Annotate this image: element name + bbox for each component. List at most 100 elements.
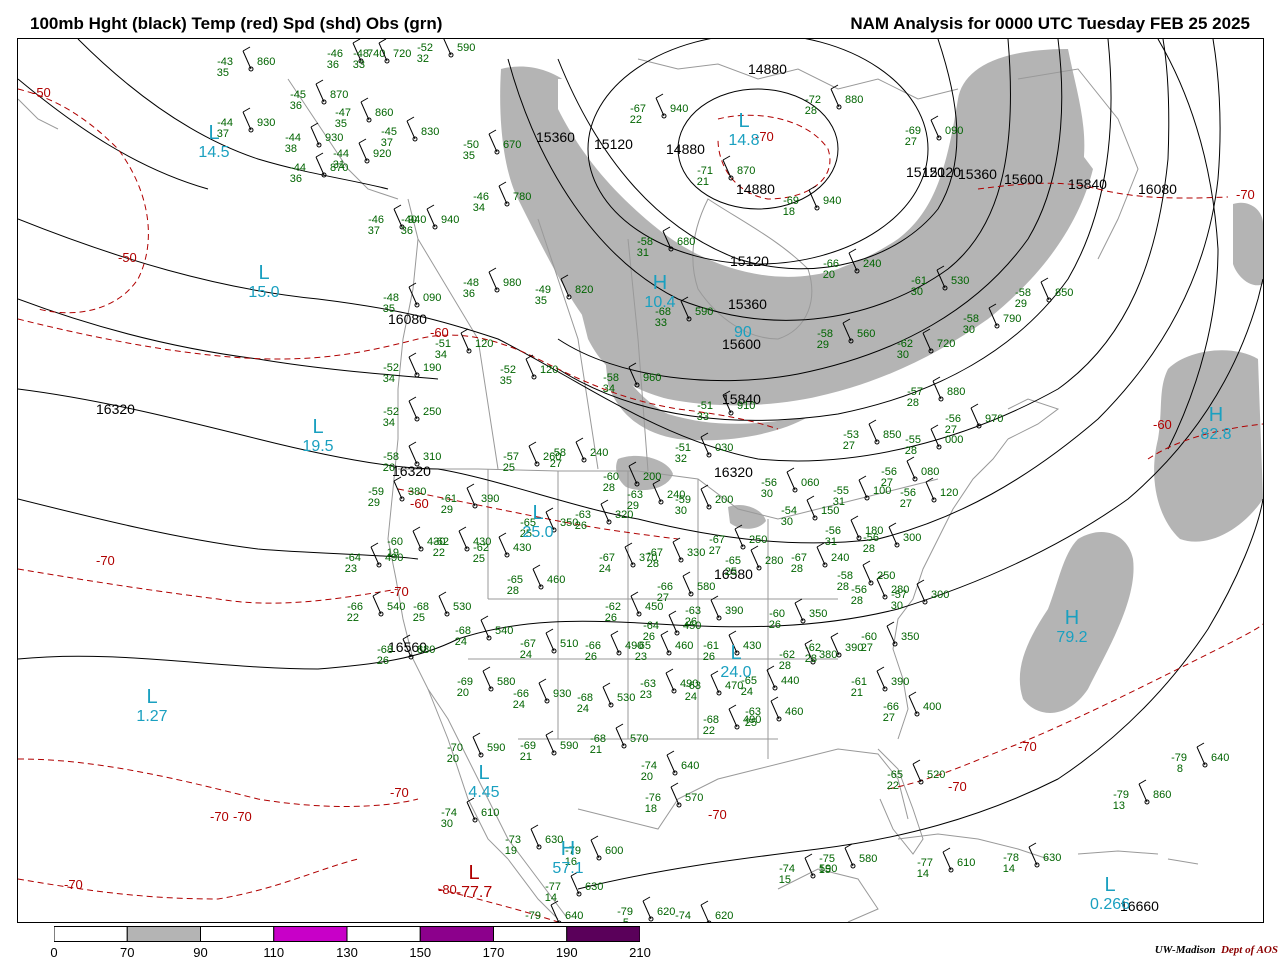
- station-obs: -6027350: [861, 621, 919, 654]
- obs-dewpoint-dep: 27: [905, 136, 917, 148]
- obs-dewpoint-dep: 23: [635, 651, 647, 663]
- station-obs: -5627120: [900, 477, 958, 510]
- station-obs: -5235120: [500, 354, 558, 387]
- wind-barb-icon: [642, 900, 652, 920]
- height-label: 15360: [536, 129, 575, 145]
- obs-height: 150: [821, 505, 839, 517]
- obs-dewpoint-dep: 33: [353, 59, 365, 71]
- height-label: 15120: [730, 253, 769, 269]
- wind-barb-flag-icon: [886, 621, 895, 627]
- weather-map: 14880 15120 14880 15360 15120 14880 15120 15360…: [17, 38, 1264, 923]
- obs-dewpoint-dep: 34: [435, 349, 447, 361]
- station-obs: -4437930: [217, 107, 275, 140]
- speed-label: 90: [734, 324, 752, 341]
- wind-barb-flag-icon: [682, 571, 691, 577]
- extremum-value: 14.5: [198, 144, 229, 161]
- obs-dewpoint-dep: 29: [368, 497, 380, 509]
- chart-title: 100mb Hght (black) Temp (red) Spd (shd) …: [30, 14, 443, 33]
- wind-barb-flag-icon: [862, 560, 871, 566]
- obs-dewpoint-dep: 28: [863, 543, 875, 555]
- station-obs: -6129390: [441, 483, 499, 516]
- obs-height: 490: [743, 714, 761, 726]
- analysis-time: NAM Analysis for 0000 UTC Tuesday FEB 25…: [850, 14, 1250, 33]
- obs-dewpoint-dep: 27: [900, 498, 912, 510]
- wind-barb-flag-icon: [930, 424, 939, 430]
- obs-dewpoint-dep: 21: [851, 687, 863, 699]
- obs-dewpoint-dep: 36: [463, 288, 475, 300]
- wind-barb-icon: [570, 875, 580, 895]
- height-label: 16080: [1138, 181, 1177, 197]
- wind-barb-flag-icon: [816, 542, 825, 548]
- station-obs: -5627080: [881, 456, 939, 489]
- obs-height: 390: [845, 642, 863, 654]
- obs-dewpoint-dep: 37: [368, 225, 380, 237]
- obs-dewpoint-dep: 28: [779, 660, 791, 672]
- extremum-low: L4.45: [468, 762, 499, 801]
- obs-dewpoint-dep: 38: [285, 143, 297, 155]
- legend-bin: [54, 926, 128, 942]
- obs-height: 310: [423, 451, 441, 463]
- temp-label: -70: [1236, 187, 1255, 202]
- temp-label: -50: [32, 85, 51, 100]
- wind-barb-icon: [786, 471, 796, 491]
- wind-barb-icon: [610, 634, 620, 654]
- wind-barb-icon: [406, 120, 416, 140]
- wind-barb-flag-icon: [498, 181, 507, 187]
- temp-label: -70: [708, 807, 727, 822]
- obs-dewpoint-dep: 26: [769, 619, 781, 631]
- wind-barb-flag-icon: [868, 419, 877, 425]
- obs-dewpoint-dep: 20: [457, 687, 469, 699]
- station-obs: -795620: [617, 896, 675, 922]
- station-obs: -6026350: [769, 598, 827, 631]
- wind-barb-icon: [858, 479, 868, 499]
- obs-height: 600: [605, 845, 623, 857]
- wind-barb-flag-icon: [242, 46, 251, 52]
- obs-dewpoint-dep: 25: [725, 566, 737, 578]
- temp-label: -70: [64, 877, 83, 892]
- obs-dewpoint-dep: 22: [887, 780, 899, 792]
- wind-barb-flag-icon: [408, 441, 417, 447]
- obs-dewpoint-dep: 24: [513, 699, 525, 711]
- obs-dewpoint-dep: 8: [1177, 763, 1183, 775]
- obs-height: 390: [725, 605, 743, 617]
- temp-label: -70: [390, 584, 409, 599]
- obs-dewpoint-dep: 6: [531, 921, 537, 922]
- credit-left: UW-Madison: [1154, 944, 1216, 956]
- wind-barb-flag-icon: [488, 129, 497, 135]
- jet-lake-erie: [728, 504, 766, 529]
- yucatan: [777, 868, 879, 922]
- wind-barb-icon: [545, 734, 555, 754]
- obs-dewpoint-dep: 22: [347, 612, 359, 624]
- wind-barb-icon: [408, 445, 418, 465]
- wind-barb-icon: [906, 460, 916, 480]
- station-obs: -6821570: [590, 723, 648, 756]
- wind-barb-flag-icon: [408, 282, 417, 288]
- temp-label: -70: [96, 553, 115, 568]
- wind-barb-icon: [700, 488, 710, 508]
- wind-barb-icon: [862, 564, 872, 584]
- obs-dewpoint-dep: 27: [843, 440, 855, 452]
- temp-label: -70: [390, 785, 409, 800]
- obs-dewpoint-dep: 20: [823, 269, 835, 281]
- station-obs: -7319630: [505, 824, 563, 857]
- temp-label: -70: [233, 809, 252, 824]
- map-canvas: 1488015120 148801536015120148801512015360…: [18, 39, 1263, 922]
- station-obs: -6528460: [507, 564, 565, 597]
- obs-height: 250: [877, 570, 895, 582]
- extremum-value: 79.2: [1056, 629, 1087, 646]
- extremum-letter: H: [1209, 404, 1223, 426]
- obs-dewpoint-dep: 30: [781, 516, 793, 528]
- obs-dewpoint-dep: 14: [1003, 863, 1015, 875]
- obs-height: 970: [985, 413, 1003, 425]
- obs-dewpoint-dep: 26: [383, 462, 395, 474]
- temp-label: -80: [438, 882, 457, 897]
- obs-dewpoint-dep: 35: [217, 67, 229, 79]
- wind-barb-flag-icon: [700, 484, 709, 490]
- station-obs: -6727250: [709, 524, 767, 557]
- station-obs: -796640: [525, 900, 583, 922]
- obs-height: 120: [475, 338, 493, 350]
- obs-height: 460: [785, 706, 803, 718]
- wind-barb-flag-icon: [532, 564, 541, 570]
- wind-barb-flag-icon: [786, 467, 795, 473]
- obs-height: 720: [393, 48, 411, 60]
